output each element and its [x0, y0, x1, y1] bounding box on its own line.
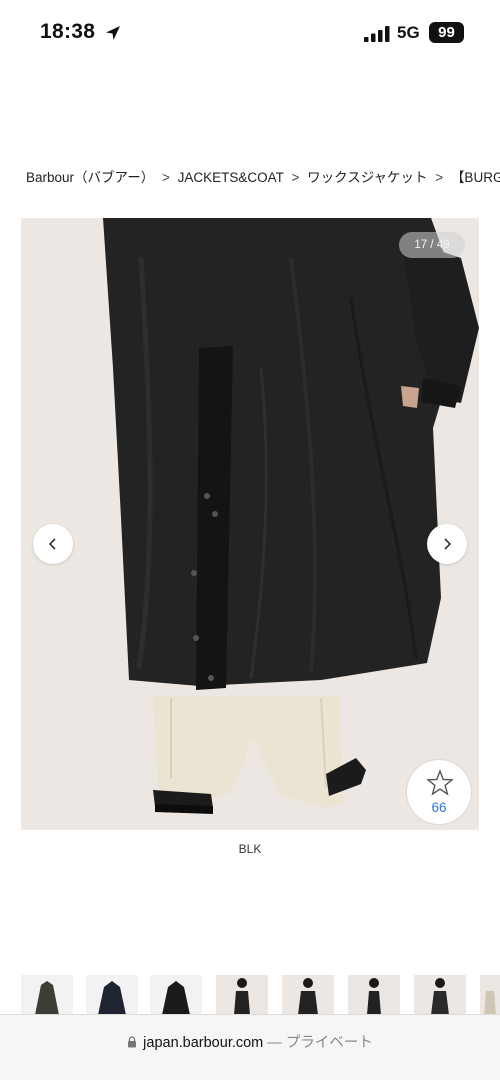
network-type: 5G: [397, 23, 420, 42]
clock: 18:38: [40, 20, 96, 43]
thumbnail-coat-black[interactable]: [150, 975, 202, 1015]
url-domain: japan.barbour.com: [143, 1035, 264, 1051]
browser-address-bar[interactable]: japan.barbour.com — プライベート: [0, 1014, 500, 1080]
breadcrumb-item-brand[interactable]: Barbour（バブアー）: [26, 170, 154, 185]
previous-image-button[interactable]: [33, 524, 73, 564]
thumbnail-model-front[interactable]: [216, 975, 268, 1015]
chevron-right-icon: [444, 538, 452, 550]
breadcrumb-item-product[interactable]: 【BURGHL: [451, 170, 500, 185]
product-image-gallery[interactable]: 17 / 49 66: [21, 218, 479, 830]
thumbnail-model-front-2[interactable]: [282, 975, 334, 1015]
thumbnail-model-partial[interactable]: [480, 975, 500, 1015]
private-mode-label: — プライベート: [267, 1035, 373, 1051]
url-display[interactable]: japan.barbour.com — プライベート: [0, 1031, 500, 1052]
image-counter: 17 / 49: [399, 232, 465, 258]
signal-bars-icon: [364, 26, 390, 42]
chevron-left-icon: [48, 538, 56, 550]
product-photo: [21, 218, 479, 830]
lock-icon: [128, 1036, 137, 1048]
favorite-count: 66: [431, 800, 447, 815]
color-name: BLK: [238, 842, 262, 856]
location-arrow-icon: [106, 26, 120, 40]
thumbnail-coat-olive[interactable]: [21, 975, 73, 1015]
breadcrumb-item-subcategory[interactable]: ワックスジャケット: [307, 170, 427, 185]
thumbnail-strip: [0, 975, 500, 1015]
status-bar: 18:38 5G 99: [0, 0, 500, 68]
breadcrumb-separator: >: [291, 170, 300, 185]
breadcrumb-separator: >: [435, 170, 444, 185]
thumbnail-coat-navy[interactable]: [86, 975, 138, 1015]
battery-indicator: 99: [429, 22, 464, 43]
thumbnail-model-side[interactable]: [348, 975, 400, 1015]
breadcrumb-item-category[interactable]: JACKETS&COAT: [178, 170, 284, 185]
thumbnail-model-back[interactable]: [414, 975, 466, 1015]
star-outline-icon: [426, 769, 454, 796]
next-image-button[interactable]: [427, 524, 467, 564]
breadcrumb: Barbour（バブアー） > JACKETS&COAT > ワックスジャケット…: [26, 166, 500, 186]
breadcrumb-separator: >: [161, 170, 170, 185]
favorite-button[interactable]: 66: [406, 759, 472, 825]
